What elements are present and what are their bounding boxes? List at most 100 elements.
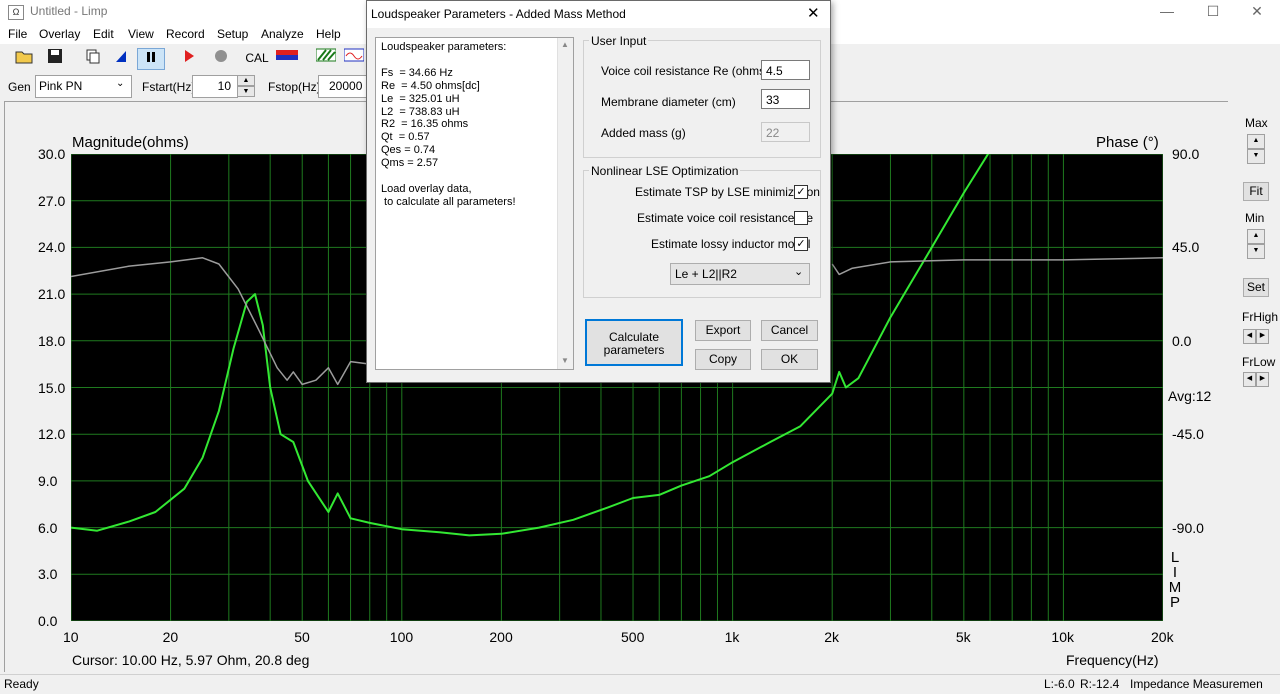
minimize-button[interactable]: —	[1144, 0, 1190, 24]
frlow-right-icon[interactable]: ▶	[1256, 372, 1269, 387]
inductor-model-select[interactable]: Le + L2||R2 ⌄	[670, 263, 810, 285]
scroll-up-icon[interactable]: ▲	[561, 40, 569, 49]
fstart-value: 10	[217, 79, 231, 93]
copy-button[interactable]: Copy	[695, 349, 751, 370]
inductor-checkbox[interactable]: ✓	[794, 237, 808, 251]
gen-select-value: Pink PN	[39, 79, 83, 93]
y-tick-label-left: 12.0	[38, 426, 66, 443]
frhigh-left-icon[interactable]: ◀	[1243, 329, 1256, 344]
re-input[interactable]: 4.5	[761, 60, 810, 80]
limp-vertical-label: L I M P	[1168, 550, 1182, 610]
fstart-down-icon[interactable]: ▼	[237, 86, 255, 97]
re-label: Voice coil resistance Re (ohms)	[601, 64, 770, 78]
calculate-parameters-button[interactable]: Calculate parameters	[585, 319, 683, 366]
fit-button[interactable]: Fit	[1243, 182, 1269, 201]
min-down-icon[interactable]: ▼	[1247, 244, 1265, 259]
y-tick-label-left: 0.0	[38, 613, 58, 629]
open-folder-icon[interactable]	[13, 48, 35, 68]
fstart-up-icon[interactable]: ▲	[237, 75, 255, 86]
max-label: Max	[1245, 116, 1268, 130]
x-tick-label: 10k	[1051, 629, 1074, 645]
calculate-line2: parameters	[603, 343, 665, 357]
frhigh-right-icon[interactable]: ▶	[1256, 329, 1269, 344]
max-down-icon[interactable]: ▼	[1247, 149, 1265, 164]
min-label: Min	[1245, 211, 1265, 225]
menu-analyze[interactable]: Analyze	[261, 27, 304, 41]
loudspeaker-parameters-dialog: Loudspeaker Parameters - Added Mass Meth…	[366, 0, 831, 383]
scroll-down-icon[interactable]: ▼	[561, 356, 569, 365]
set-button[interactable]: Set	[1243, 278, 1269, 297]
dialog-close-icon[interactable]: ✕	[807, 4, 820, 22]
save-icon[interactable]	[44, 48, 66, 68]
frlow-left-icon[interactable]: ◀	[1243, 372, 1256, 387]
stop-icon[interactable]	[210, 48, 232, 68]
y-tick-label-right: -90.0	[1172, 519, 1204, 536]
close-window-button[interactable]: ✕	[1234, 0, 1280, 24]
record-play-icon[interactable]	[178, 48, 200, 68]
speaker-app-icon[interactable]: Ω	[8, 5, 24, 20]
cancel-button[interactable]: Cancel	[761, 320, 818, 341]
max-up-icon[interactable]: ▲	[1247, 134, 1265, 149]
pause-icon[interactable]	[137, 48, 165, 70]
frlow-label: FrLow	[1242, 355, 1276, 369]
results-textarea[interactable]: Loudspeaker parameters: Fs = 34.66 Hz Re…	[375, 37, 574, 370]
maximize-button[interactable]: ☐	[1190, 0, 1236, 24]
results-scrollbar[interactable]: ▲ ▼	[557, 38, 573, 369]
diameter-input[interactable]: 33	[761, 89, 810, 109]
inductor-checkbox-label: Estimate lossy inductor model	[651, 237, 811, 251]
re-estimate-checkbox-label: Estimate voice coil resistance Re	[637, 211, 814, 225]
menu-setup[interactable]: Setup	[217, 27, 248, 41]
gen-label: Gen	[8, 80, 31, 94]
lse-checkbox-label: Estimate TSP by LSE minimization	[635, 185, 820, 199]
menu-view[interactable]: View	[128, 27, 154, 41]
menu-file[interactable]: File	[8, 27, 27, 41]
gen-select[interactable]: Pink PN ⌄	[35, 75, 132, 98]
fstop-input[interactable]: 20000	[318, 75, 368, 98]
menu-edit[interactable]: Edit	[93, 27, 114, 41]
y-tick-label-left: 27.0	[38, 192, 66, 209]
x-tick-label: 20k	[1151, 629, 1174, 645]
fstart-input[interactable]: 10	[192, 75, 238, 98]
re-estimate-checkbox[interactable]	[794, 211, 808, 225]
cal-button[interactable]: CAL	[244, 48, 270, 68]
limp-letter: L	[1170, 549, 1180, 566]
x-tick-label: 2k	[824, 629, 839, 645]
diameter-label: Membrane diameter (cm)	[601, 95, 736, 109]
y-tick-label-left: 18.0	[38, 332, 66, 349]
x-tick-label: 100	[389, 629, 414, 645]
chevron-down-icon: ⌄	[794, 266, 804, 278]
x-tick-label: 10	[63, 629, 79, 645]
ok-button[interactable]: OK	[761, 349, 818, 370]
added-mass-label: Added mass (g)	[601, 126, 686, 140]
wave-icon[interactable]	[343, 48, 365, 68]
x-tick-label: 500	[621, 629, 645, 645]
y-tick-label-right: 0.0	[1172, 332, 1192, 349]
x-tick-label: 1k	[724, 629, 740, 645]
y-tick-label-right: 45.0	[1172, 239, 1200, 256]
y-tick-label-right: -45.0	[1172, 426, 1204, 443]
y-tick-label-left: 21.0	[38, 286, 66, 303]
fstart-label: Fstart(Hz)	[142, 80, 196, 94]
cursor-icon[interactable]	[110, 48, 132, 68]
status-mode: Impedance Measuremen	[1130, 677, 1263, 691]
menu-help[interactable]: Help	[316, 27, 341, 41]
menu-record[interactable]: Record	[166, 27, 205, 41]
copy-icon[interactable]	[82, 48, 104, 68]
menu-overlay[interactable]: Overlay	[39, 27, 80, 41]
magnitude-axis-title: Magnitude(ohms)	[72, 134, 189, 151]
lse-checkbox[interactable]: ✓	[794, 185, 808, 199]
x-tick-label: 200	[489, 629, 513, 645]
added-mass-input[interactable]: 22	[761, 122, 810, 142]
y-tick-label-left: 24.0	[38, 239, 66, 256]
overlay-hatch-icon[interactable]	[315, 48, 337, 68]
min-up-icon[interactable]: ▲	[1247, 229, 1265, 244]
status-ready: Ready	[4, 677, 39, 691]
y-tick-label-right: 90.0	[1172, 146, 1200, 162]
export-button[interactable]: Export	[695, 320, 751, 341]
fstop-label: Fstop(Hz)	[268, 80, 321, 94]
x-tick-label: 5k	[955, 629, 971, 645]
y-tick-label-left: 3.0	[38, 566, 58, 583]
limp-letter: P	[1169, 594, 1180, 611]
color-bar-icon[interactable]	[276, 48, 298, 68]
fstop-value: 20000	[329, 79, 363, 93]
